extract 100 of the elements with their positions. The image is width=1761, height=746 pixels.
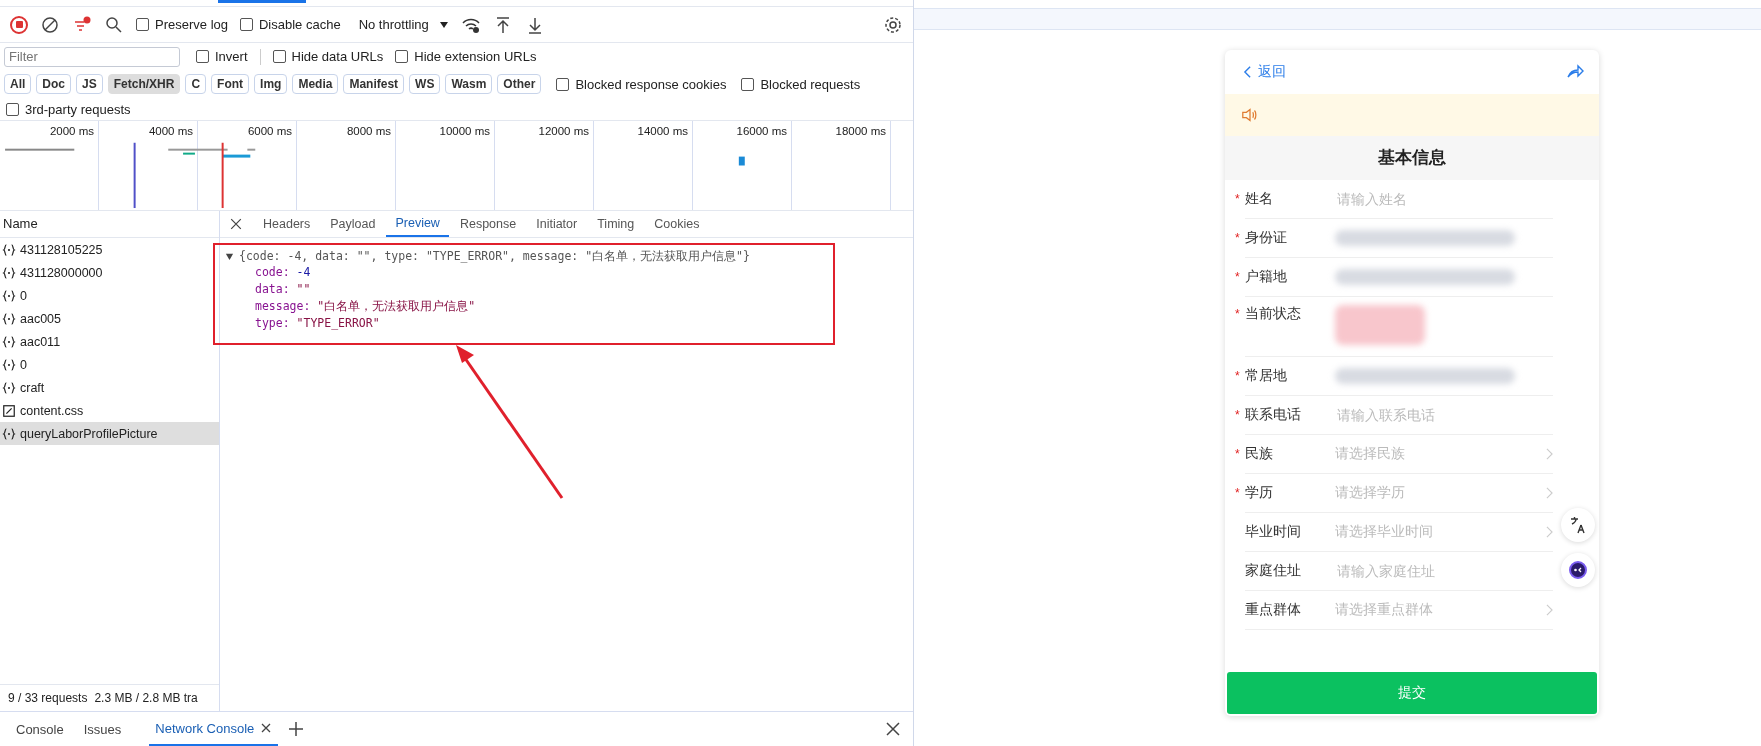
drawer-tab[interactable]: Network Console xyxy=(149,712,279,746)
type-filter-button[interactable]: Font xyxy=(211,74,250,94)
request-row[interactable]: 431128000000 xyxy=(0,261,219,284)
property-value: "TYPE_ERROR" xyxy=(296,316,380,330)
detail-tab[interactable]: Cookies xyxy=(645,211,709,237)
detail-tab[interactable]: Initiator xyxy=(527,211,587,237)
field-label: 身份证 xyxy=(1245,229,1287,247)
type-filter-button[interactable]: Doc xyxy=(36,74,71,94)
request-row[interactable]: aac005 xyxy=(0,307,219,330)
close-icon[interactable] xyxy=(228,216,244,232)
chevron-left-icon xyxy=(1243,65,1252,79)
dropdown-caret-icon xyxy=(438,19,449,30)
clear-icon[interactable] xyxy=(40,14,60,35)
detail-tab[interactable]: Headers xyxy=(254,211,320,237)
detail-tab[interactable]: Timing xyxy=(588,211,644,237)
checkbox-label: Blocked requests xyxy=(760,76,861,92)
request-row[interactable]: aac011 xyxy=(0,330,219,353)
property-key: message: xyxy=(255,299,311,313)
detail-tab[interactable]: Response xyxy=(450,211,526,237)
checkbox[interactable] xyxy=(395,50,409,63)
required-asterisk: * xyxy=(1235,408,1241,422)
required-asterisk: * xyxy=(1235,270,1241,284)
record-icon[interactable] xyxy=(10,15,28,34)
property-value: -4 xyxy=(296,265,311,279)
checkbox[interactable] xyxy=(6,102,19,116)
type-filter-button[interactable]: Fetch/XHR xyxy=(107,74,181,94)
drawer-tab[interactable]: Issues xyxy=(77,712,128,746)
type-filter-button[interactable]: Img xyxy=(254,74,288,94)
detail-tab[interactable]: Payload xyxy=(321,211,385,237)
timeline-tick-label: 2000 ms xyxy=(49,125,94,137)
required-asterisk: * xyxy=(1235,369,1241,383)
braces-icon xyxy=(2,242,16,257)
field-label: 民族 xyxy=(1245,445,1273,463)
field-label: 家庭住址 xyxy=(1245,562,1301,580)
type-filter-button[interactable]: C xyxy=(185,74,207,94)
type-filter-button[interactable]: JS xyxy=(76,74,103,94)
chevron-right-icon xyxy=(1546,604,1553,616)
search-icon[interactable] xyxy=(104,14,124,35)
field-label: 重点群体 xyxy=(1245,601,1301,619)
type-filter-button[interactable]: Manifest xyxy=(343,74,405,94)
braces-icon xyxy=(2,357,16,372)
field-label: 姓名 xyxy=(1245,190,1273,208)
checkbox[interactable] xyxy=(240,18,253,31)
checkbox[interactable] xyxy=(556,77,570,91)
expand-triangle-icon[interactable] xyxy=(225,252,234,261)
braces-icon xyxy=(2,380,16,395)
property-value: "白名单，无法获取用户信息" xyxy=(317,299,476,313)
request-row[interactable]: 431128105225 xyxy=(0,238,219,261)
chevron-right-icon xyxy=(1546,487,1553,499)
request-row[interactable]: 0 xyxy=(0,353,219,376)
chevron-right-icon xyxy=(1546,448,1553,460)
property-key: data: xyxy=(255,282,290,296)
type-filter-button[interactable]: All xyxy=(4,74,32,94)
required-asterisk: * xyxy=(1235,447,1241,461)
field-label: 毕业时间 xyxy=(1245,523,1301,541)
json-summary: {code: -4, data: "", type: "TYPE_ERROR", message: "白名单，无法获取用户信息"} xyxy=(239,249,750,264)
file-icon xyxy=(2,403,16,418)
speaker-icon xyxy=(1241,106,1259,124)
request-row[interactable]: 0 xyxy=(0,284,219,307)
required-asterisk: * xyxy=(1235,307,1241,321)
checkbox-label: Preserve log xyxy=(155,17,228,32)
braces-icon xyxy=(2,265,16,280)
checkbox[interactable] xyxy=(741,77,755,91)
type-filter-button[interactable]: Media xyxy=(292,74,339,94)
checkbox[interactable] xyxy=(136,18,149,31)
checkbox-label: 3rd-party requests xyxy=(25,101,131,117)
request-row[interactable]: queryLaborProfilePicture xyxy=(0,422,219,445)
timeline-tick-label: 18000 ms xyxy=(835,125,886,137)
filter-field[interactable]: Filter xyxy=(4,46,180,67)
field-label: 当前状态 xyxy=(1245,305,1301,323)
type-filter-button[interactable]: WS xyxy=(409,74,441,94)
settings-icon[interactable] xyxy=(883,14,903,35)
checkbox[interactable] xyxy=(272,50,286,63)
checkbox-label: Invert xyxy=(215,49,248,64)
field-label: 常居地 xyxy=(1245,367,1287,385)
type-filter-button[interactable]: Wasm xyxy=(445,74,493,94)
section-title: 基本信息 xyxy=(1225,136,1599,180)
field-label: 联系电话 xyxy=(1245,406,1301,424)
translate-icon xyxy=(1568,515,1588,535)
close-icon[interactable] xyxy=(260,722,273,734)
property-value: "" xyxy=(296,282,311,296)
required-asterisk: * xyxy=(1235,192,1241,206)
request-row[interactable]: craft xyxy=(0,376,219,399)
assistant-button[interactable] xyxy=(1561,553,1595,587)
braces-icon xyxy=(2,311,16,326)
translate-button[interactable] xyxy=(1561,508,1595,542)
checkbox-label: Hide extension URLs xyxy=(414,49,537,64)
timeline-tick-label: 10000 ms xyxy=(439,125,490,137)
drawer-tab[interactable]: Console xyxy=(10,712,70,746)
request-row[interactable]: content.css xyxy=(0,399,219,422)
braces-icon xyxy=(2,426,16,441)
robot-face-icon xyxy=(1568,560,1588,580)
back-link[interactable]: 返回 xyxy=(1243,63,1286,81)
checkbox[interactable] xyxy=(196,50,209,63)
field-label: 户籍地 xyxy=(1245,268,1287,286)
type-filter-button[interactable]: Other xyxy=(497,74,542,94)
throttling-dropdown[interactable]: No throttling xyxy=(352,15,435,34)
timeline-tick-label: 14000 ms xyxy=(637,125,688,137)
timeline-tick-label: 4000 ms xyxy=(148,125,193,137)
detail-tab[interactable]: Preview xyxy=(386,211,449,237)
